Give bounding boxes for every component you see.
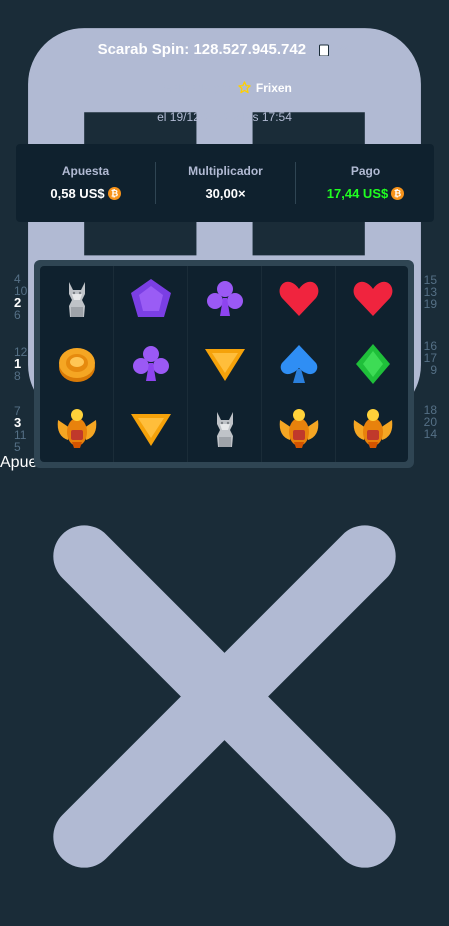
payline-number: 19 xyxy=(423,297,437,311)
payline-numbers-left-bottom: 7 3 11 5 xyxy=(14,405,26,453)
svg-text:₿: ₿ xyxy=(394,189,401,199)
green-diamond-icon xyxy=(356,344,390,384)
copy-icon[interactable] xyxy=(316,42,330,56)
bet-label: Apuesta xyxy=(61,164,110,178)
payout-value-line: 17,44 US$ ₿ xyxy=(296,186,435,201)
purple-club-icon xyxy=(133,346,169,381)
orange-triangle-icon xyxy=(131,414,171,446)
stat-multiplier: Multiplicador 30,00× xyxy=(156,144,295,222)
reel-5 xyxy=(336,266,409,462)
stat-bet: Apuesta 0,58 US$ ₿ xyxy=(16,144,155,222)
svg-text:₿: ₿ xyxy=(110,189,117,199)
scarab-beetle-icon xyxy=(57,409,97,448)
orange-triangle-icon xyxy=(205,349,245,381)
bitcoin-icon: ₿ xyxy=(107,187,121,200)
bet-stats-panel: Apuesta 0,58 US$ ₿ Multiplicador 30,00× P… xyxy=(16,144,434,222)
payline-numbers-left-mid: 12 1 8 xyxy=(14,346,27,382)
wolf-statue-icon xyxy=(217,412,233,447)
bet-date: el 19/12/2022 a las 17:54 xyxy=(157,110,292,124)
payline-number: 8 xyxy=(14,369,21,383)
bet-value-line: 0,58 US$ ₿ xyxy=(16,186,155,201)
star-icon xyxy=(237,81,251,94)
placed-by-label: Realizada por xyxy=(157,81,232,95)
reel-2 xyxy=(114,266,187,462)
bet-value: 0,58 US$ xyxy=(50,186,105,201)
reel-3 xyxy=(188,266,261,462)
blue-spade-icon xyxy=(280,345,318,383)
close-icon[interactable] xyxy=(0,472,449,921)
payline-numbers-right-mid: 16 17 9 xyxy=(424,340,437,376)
slot-reels xyxy=(40,266,408,462)
payline-numbers-right-bottom: 18 20 14 xyxy=(424,404,437,440)
multiplier-label: Multiplicador xyxy=(188,164,263,178)
link-icon[interactable] xyxy=(337,42,351,56)
payline-number: 14 xyxy=(423,427,437,441)
red-heart-icon xyxy=(353,281,393,316)
purple-gem-icon xyxy=(131,279,171,317)
wolf-statue-icon xyxy=(69,282,85,317)
username-link[interactable]: Frixen xyxy=(256,81,292,95)
scarab-beetle-icon xyxy=(353,409,393,448)
placed-by: Realizada por Frixen xyxy=(0,81,449,95)
game-id-label: Scarab Spin: 128.527.945.742 xyxy=(97,41,307,58)
reel-4 xyxy=(262,266,335,462)
bitcoin-icon: ₿ xyxy=(391,187,405,200)
reel-1 xyxy=(40,266,113,462)
slot-board xyxy=(34,260,414,468)
red-heart-icon xyxy=(279,281,319,316)
stat-payout: Pago 17,44 US$ ₿ xyxy=(296,144,435,222)
payout-value: 17,44 US$ xyxy=(326,186,389,201)
game-id-line: Scarab Spin: 128.527.945.742 xyxy=(0,41,449,58)
payout-label: Pago xyxy=(350,164,381,178)
payline-number: 6 xyxy=(14,308,21,322)
payline-number: 5 xyxy=(14,440,21,454)
payline-numbers-right-top: 15 13 19 xyxy=(424,274,437,310)
payline-number: 9 xyxy=(430,363,437,377)
scarab-beetle-icon xyxy=(279,409,319,448)
multiplier-value: 30,00× xyxy=(205,186,246,201)
purple-club-icon xyxy=(207,281,243,316)
payline-numbers-left-top: 4 10 2 6 xyxy=(14,273,27,321)
orange-coin-icon xyxy=(59,348,95,382)
